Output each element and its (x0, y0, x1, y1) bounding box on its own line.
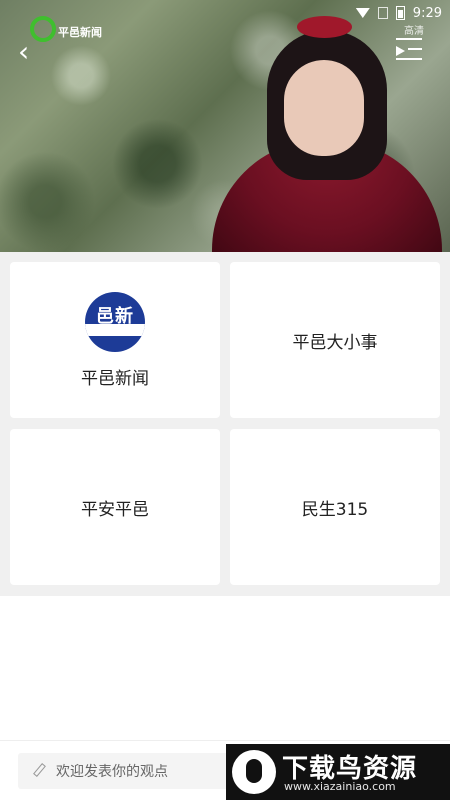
watermark-url: www.xiazainiao.com (284, 780, 396, 793)
grid-item-livelihood-315[interactable]: 民生315 (230, 429, 440, 585)
category-grid: 邑新 平邑新闻 平邑大小事 平安平邑 民生315 (0, 252, 450, 596)
status-bar: 9:29 (355, 4, 442, 22)
grid-item-label: 平邑大小事 (292, 332, 378, 353)
grid-item-pingyi-events[interactable]: 平邑大小事 (230, 262, 440, 418)
video-player[interactable]: 平邑新闻 ‹ 9:29 高清 (0, 0, 450, 252)
watermark: 下载鸟资源 www.xiazainiao.com (226, 744, 450, 800)
bird-logo-icon (232, 750, 276, 794)
news-logo-icon: 邑新 (85, 291, 145, 352)
grid-item-label: 民生315 (301, 499, 369, 520)
comment-placeholder: 欢迎发表你的观点 (56, 764, 168, 780)
status-time: 9:29 (412, 5, 442, 21)
grid-item-label: 平邑新闻 (81, 368, 149, 389)
back-button[interactable]: ‹ (18, 38, 42, 66)
grid-item-pingyi-news[interactable]: 邑新 平邑新闻 (10, 262, 220, 418)
quality-label: 高清 (404, 26, 424, 37)
chevron-left-icon: ‹ (18, 35, 30, 68)
grid-item-label: 平安平邑 (81, 499, 149, 520)
playlist-button[interactable] (396, 38, 422, 60)
grid-item-safe-pingyi[interactable]: 平安平邑 (10, 429, 220, 585)
no-sim-icon (377, 7, 388, 19)
channel-logo-text: 平邑新闻 (58, 26, 102, 39)
wifi-icon (355, 8, 370, 18)
play-icon (396, 46, 405, 56)
battery-icon (395, 6, 405, 20)
pencil-icon (32, 763, 48, 779)
